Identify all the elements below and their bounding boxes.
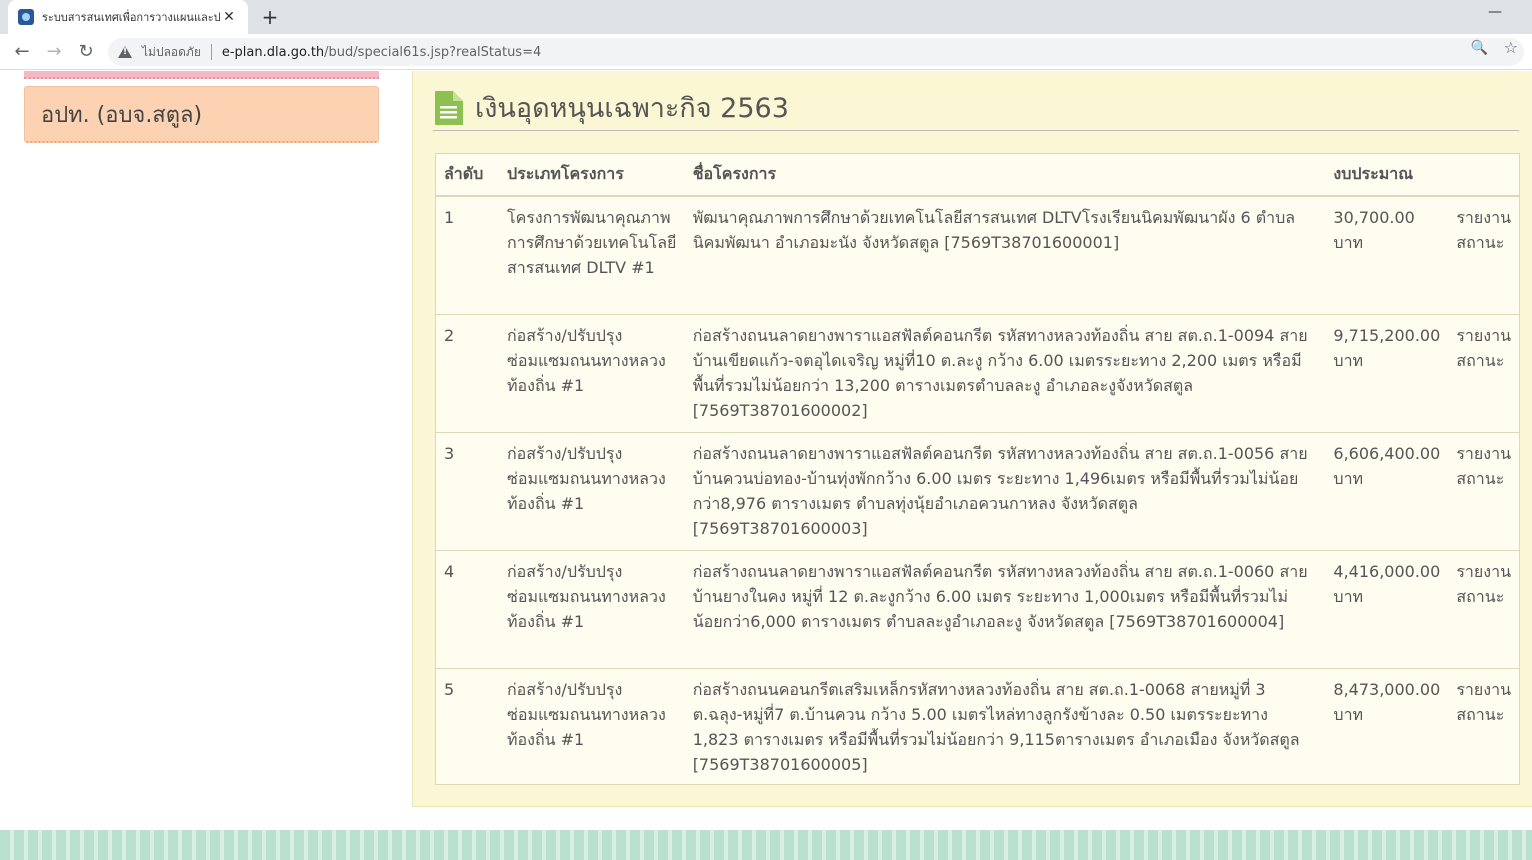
bookmark-star-icon[interactable]: ☆: [1504, 38, 1518, 57]
forward-button[interactable]: →: [42, 40, 66, 64]
sidebar-card-org[interactable]: อปท. (อบจ.สตูล): [24, 86, 379, 143]
table-row: 5 ก่อสร้าง/ปรับปรุงซ่อมแซมถนนทางหลวงท้อง…: [436, 667, 1519, 786]
new-tab-button[interactable]: +: [258, 6, 282, 28]
reload-button[interactable]: ↻: [74, 40, 98, 64]
status-report-link[interactable]: รายงานสถานะ: [1448, 549, 1519, 668]
column-header-budget: งบประมาณ: [1325, 154, 1449, 197]
row-budget: 30,700.00 บาท: [1325, 195, 1449, 314]
row-no: 3: [436, 431, 499, 550]
row-name: ก่อสร้างถนนลาดยางพาราแอสฟัลต์คอนกรีต รหั…: [684, 313, 1326, 432]
row-budget: 6,606,400.00 บาท: [1325, 431, 1449, 550]
table-row: 3 ก่อสร้าง/ปรับปรุงซ่อมแซมถนนทางหลวงท้อง…: [436, 431, 1519, 550]
status-report-link[interactable]: รายงานสถานะ: [1448, 195, 1519, 314]
zoom-icon[interactable]: 🔍: [1471, 40, 1488, 56]
row-budget: 8,473,000.00 บาท: [1325, 667, 1449, 786]
status-report-link[interactable]: รายงานสถานะ: [1448, 313, 1519, 432]
row-type: โครงการพัฒนาคุณภาพการศึกษาด้วยเทคโนโลยีส…: [498, 195, 685, 314]
minimize-window-button[interactable]: —: [1488, 4, 1502, 20]
sidebar-previous-card[interactable]: [24, 71, 379, 79]
browser-tab-bar: ระบบสารสนเทศเพื่อการวางแผนและประ ✕ + —: [0, 0, 1532, 34]
footer-decoration: [0, 830, 1532, 860]
table-row: 2 ก่อสร้าง/ปรับปรุงซ่อมแซมถนนทางหลวงท้อง…: [436, 313, 1519, 432]
table-row: 1 โครงการพัฒนาคุณภาพการศึกษาด้วยเทคโนโลย…: [436, 195, 1519, 314]
document-icon: [435, 91, 463, 125]
page-heading: เงินอุดหนุนเฉพาะกิจ 2563: [433, 91, 1519, 131]
projects-table-container: ลำดับ ประเภทโครงการ ชื่อโครงการ งบประมาณ…: [435, 153, 1520, 786]
row-no: 1: [436, 195, 499, 314]
url-path: /bud/special61s.jsp?realStatus=4: [324, 44, 542, 60]
row-type: ก่อสร้าง/ปรับปรุงซ่อมแซมถนนทางหลวงท้องถิ…: [498, 667, 685, 786]
row-type: ก่อสร้าง/ปรับปรุงซ่อมแซมถนนทางหลวงท้องถิ…: [498, 549, 685, 668]
url-host: e-plan.dla.go.th: [221, 44, 325, 60]
row-name: ก่อสร้างถนนลาดยางพาราแอสฟัลต์คอนกรีต รหั…: [684, 431, 1326, 550]
status-report-link[interactable]: รายงานสถานะ: [1448, 667, 1519, 786]
column-header-no: ลำดับ: [436, 154, 499, 197]
table-header-row: ลำดับ ประเภทโครงการ ชื่อโครงการ งบประมาณ: [436, 154, 1519, 197]
url-input[interactable]: ไม่ปลอดภัย e-plan.dla.go.th /bud/special…: [108, 38, 1524, 66]
row-no: 4: [436, 549, 499, 668]
column-header-status: [1448, 154, 1519, 197]
row-type: ก่อสร้าง/ปรับปรุงซ่อมแซมถนนทางหลวงท้องถิ…: [498, 431, 685, 550]
column-header-name: ชื่อโครงการ: [684, 154, 1326, 197]
column-header-type: ประเภทโครงการ: [498, 154, 685, 197]
row-no: 5: [436, 667, 499, 786]
status-report-link[interactable]: รายงานสถานะ: [1448, 431, 1519, 550]
row-name: ก่อสร้างถนนลาดยางพาราแอสฟัลต์คอนกรีต รหั…: [684, 549, 1326, 668]
page-title: เงินอุดหนุนเฉพาะกิจ 2563: [475, 93, 789, 124]
row-no: 2: [436, 313, 499, 432]
table-row: 4 ก่อสร้าง/ปรับปรุงซ่อมแซมถนนทางหลวงท้อง…: [436, 549, 1519, 668]
close-tab-icon[interactable]: ✕: [220, 9, 238, 25]
url-separator: [210, 44, 212, 60]
back-button[interactable]: ←: [10, 40, 34, 64]
browser-tab[interactable]: ระบบสารสนเทศเพื่อการวางแผนและประ ✕: [8, 0, 248, 34]
insecure-label[interactable]: ไม่ปลอดภัย: [142, 43, 201, 62]
warning-icon[interactable]: [118, 46, 132, 58]
site-favicon-icon: [18, 9, 34, 25]
sidebar-card-label: อปท. (อบจ.สตูล): [41, 102, 203, 128]
row-budget: 9,715,200.00 บาท: [1325, 313, 1449, 432]
tab-title: ระบบสารสนเทศเพื่อการวางแผนและประ: [42, 11, 220, 24]
row-budget: 4,416,000.00 บาท: [1325, 549, 1449, 668]
page-content: อปท. (อบจ.สตูล) เงินอุดหนุนเฉพาะกิจ 2563…: [0, 71, 1532, 860]
projects-table: ลำดับ ประเภทโครงการ ชื่อโครงการ งบประมาณ…: [436, 154, 1519, 786]
main-panel: เงินอุดหนุนเฉพาะกิจ 2563 ลำดับ ประเภทโคร…: [412, 71, 1532, 807]
row-name: ก่อสร้างถนนคอนกรีตเสริมเหล็กรหัสทางหลวงท…: [684, 667, 1326, 786]
row-name: พัฒนาคุณภาพการศึกษาด้วยเทคโนโลยีสารสนเทศ…: [684, 195, 1326, 314]
row-type: ก่อสร้าง/ปรับปรุงซ่อมแซมถนนทางหลวงท้องถิ…: [498, 313, 685, 432]
browser-address-bar: ← → ↻ ไม่ปลอดภัย e-plan.dla.go.th /bud/s…: [0, 34, 1532, 70]
